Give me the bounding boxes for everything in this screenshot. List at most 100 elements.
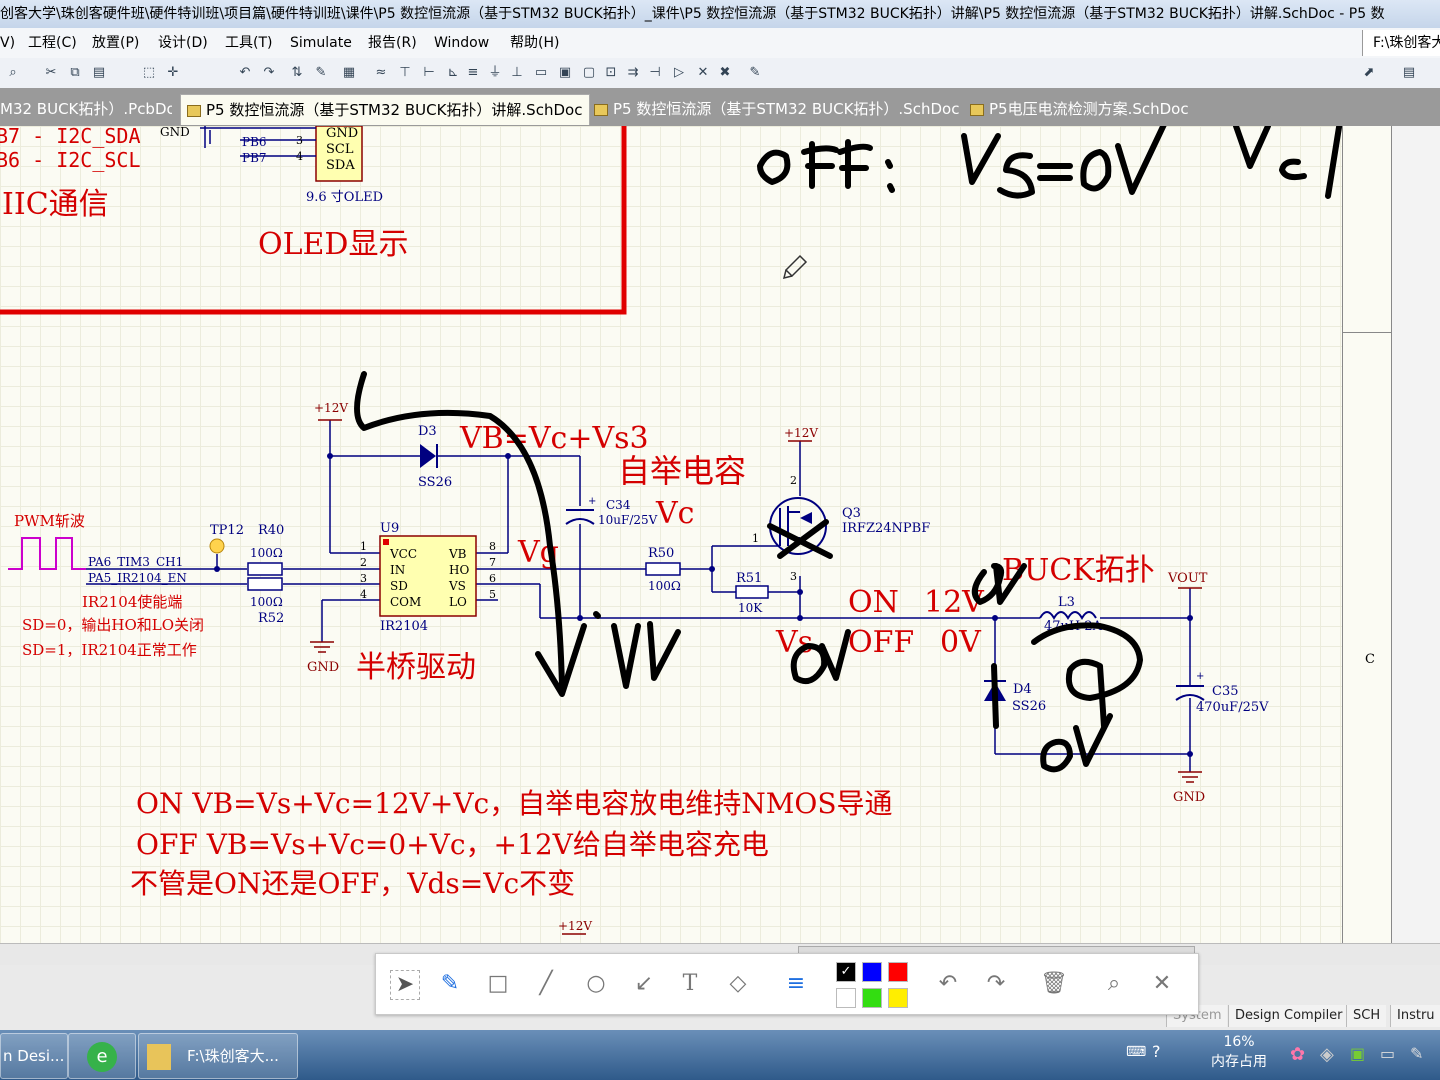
schematic-canvas[interactable]: GND GND SCL SDA PB6 PB7 3 4 9.6 寸OLED B7… — [0, 126, 1342, 943]
i2c-scl-label: B6 - I2C_SCL — [0, 148, 141, 172]
sheet-entry-icon[interactable]: ⊣ — [646, 64, 664, 82]
help-icon[interactable]: ? — [1152, 1042, 1161, 1061]
svg-text:+: + — [1196, 671, 1204, 682]
note-vc: Vc — [655, 496, 694, 531]
port-icon[interactable]: ▢ — [580, 64, 598, 82]
sheet-icon[interactable]: ▣ — [556, 64, 574, 82]
circle-tool-icon[interactable]: ○ — [582, 970, 610, 998]
close-icon[interactable]: ✕ — [1148, 970, 1176, 998]
trash-icon[interactable]: 🗑 — [1040, 970, 1068, 998]
wire-icon[interactable]: ≈ — [372, 64, 390, 82]
vcc-12v-3: +12V — [558, 919, 592, 935]
color-red-swatch[interactable] — [888, 962, 908, 982]
network-icon[interactable]: ◈ — [1320, 1044, 1334, 1065]
menu-project[interactable]: 工程(C) — [28, 28, 77, 58]
q3-part: IRFZ24NPBF — [842, 521, 930, 536]
pin-vb: VB — [448, 547, 467, 561]
harness-icon[interactable]: ⊡ — [602, 64, 620, 82]
text-tool-icon[interactable]: T — [676, 970, 704, 998]
vcc-12v-2: +12V — [784, 426, 818, 442]
menu-reports[interactable]: 报告(R) — [368, 28, 417, 58]
panel-tab-instruments[interactable]: Instru — [1390, 1005, 1440, 1027]
pencil-icon[interactable]: ✎ — [312, 64, 330, 82]
cut-icon[interactable]: ✂ — [42, 64, 60, 82]
undo-icon[interactable]: ↶ — [236, 64, 254, 82]
net-label-icon[interactable]: ⊾ — [444, 64, 462, 82]
tab-sch-main[interactable]: P5 数控恒流源（基于STM32 BUCK拓扑）.SchDoc — [590, 94, 962, 124]
move-icon[interactable]: ✛ — [164, 64, 182, 82]
taskbar-altium[interactable]: n Desi... — [0, 1033, 68, 1079]
netlabel-icon[interactable]: ≡ — [464, 64, 482, 82]
browse-icon[interactable]: ▦ — [340, 64, 358, 82]
resistor-r52: 100Ω R52 — [247, 577, 284, 626]
line-tool-icon[interactable]: ╱ — [532, 970, 560, 998]
bus-icon[interactable]: ⊤ — [396, 64, 414, 82]
path-box[interactable]: F:\珠创客大 — [1362, 30, 1440, 56]
tab-pcbdoc[interactable]: M32 BUCK拓扑）.PcbDoc — [0, 94, 172, 124]
gnd-symbol-2: GND — [1173, 771, 1205, 805]
directive-icon[interactable]: ▷ — [670, 64, 688, 82]
taskbar-browser[interactable]: e — [68, 1033, 136, 1079]
tray-tool-icon[interactable]: ✎ — [1410, 1044, 1423, 1063]
part-icon[interactable]: ▭ — [532, 64, 550, 82]
keyboard-icon[interactable]: ⌨ — [1126, 1044, 1146, 1060]
rectangle-tool-icon[interactable]: □ — [484, 970, 512, 998]
test-point-tp12: TP12 — [209, 523, 244, 554]
eraser-tool-icon[interactable]: ◇ — [724, 970, 752, 998]
memory-indicator[interactable]: 16% 内存占用 — [1205, 1032, 1273, 1072]
taskbar-explorer[interactable]: F:\珠创客大... — [138, 1033, 298, 1079]
bus-entry-icon[interactable]: ⊢ — [420, 64, 438, 82]
stroke-width-icon[interactable]: ≡ — [782, 970, 810, 998]
select-tool-icon[interactable]: ➤ — [390, 970, 420, 1000]
color-yellow-swatch[interactable] — [888, 988, 908, 1008]
flower-icon[interactable]: ✿ — [1290, 1044, 1305, 1065]
note-on: ON — [848, 585, 899, 620]
nvidia-icon[interactable]: ▣ — [1350, 1044, 1365, 1063]
menu-window[interactable]: Window — [434, 28, 489, 58]
pen-tool-icon[interactable]: ✎ — [436, 970, 464, 998]
color-green-swatch[interactable] — [862, 988, 882, 1008]
compile-mask-icon[interactable]: ✖ — [716, 64, 734, 82]
panel-tab-design-compiler[interactable]: Design Compiler — [1228, 1005, 1349, 1027]
undo-icon[interactable]: ↶ — [934, 970, 962, 998]
select-rect-icon[interactable]: ⬚ — [140, 64, 158, 82]
menu-simulate[interactable]: Simulate — [290, 28, 352, 58]
arrow-tool-icon[interactable]: ↙ — [630, 970, 658, 998]
gnd-icon[interactable]: ⏚ — [486, 64, 504, 82]
panel-tab-sch[interactable]: SCH — [1346, 1005, 1387, 1027]
no-erc-icon[interactable]: ✕ — [694, 64, 712, 82]
tab-sch-explain[interactable]: P5 数控恒流源（基于STM32 BUCK拓扑）讲解.SchDoc — [180, 94, 590, 125]
color-white-swatch[interactable] — [836, 988, 856, 1008]
docs-icon[interactable]: ▤ — [1400, 64, 1418, 82]
zoom-icon[interactable]: ⌕ — [4, 64, 22, 82]
color-blue-swatch[interactable] — [862, 962, 882, 982]
paste-icon[interactable]: ▤ — [90, 64, 108, 82]
taskbar-label: F:\珠创客大... — [187, 1047, 279, 1065]
annotation-toolbar: ➤ ✎ □ ╱ ○ ↙ T ◇ ≡ ✓ ↶ ↷ 🗑 ⌕ ✕ — [375, 953, 1199, 1015]
d4-ref: D4 — [1013, 682, 1032, 697]
u9-ref: U9 — [380, 521, 399, 536]
pin-num: 2 — [360, 556, 367, 569]
menu-view[interactable]: V) — [0, 28, 15, 58]
note-0v: 0V — [940, 625, 982, 660]
r51-value: 10K — [738, 601, 763, 615]
hierarchy-icon[interactable]: ⇅ — [288, 64, 306, 82]
color-black-swatch[interactable]: ✓ — [836, 962, 856, 982]
oled-pin-num: 3 — [296, 134, 303, 147]
monitor-icon[interactable]: ▭ — [1380, 1044, 1395, 1063]
menu-tools[interactable]: 工具(T) — [225, 28, 272, 58]
pin-com: COM — [390, 595, 421, 609]
pin-num: 3 — [790, 570, 797, 583]
zoom-tool-icon[interactable]: ⌕ — [1100, 970, 1128, 998]
redo-icon[interactable]: ↷ — [260, 64, 278, 82]
copy-icon[interactable]: ⧉ — [66, 64, 84, 82]
vcc-icon[interactable]: ⊥ — [508, 64, 526, 82]
menu-help[interactable]: 帮助(H) — [510, 28, 559, 58]
tab-sch-detect[interactable]: P5电压电流检测方案.SchDoc — [966, 94, 1210, 124]
chart-icon[interactable]: ⬈ — [1360, 64, 1378, 82]
highlight-icon[interactable]: ✎ — [746, 64, 764, 82]
redo-icon[interactable]: ↷ — [982, 970, 1010, 998]
menu-design[interactable]: 设计(D) — [158, 28, 208, 58]
menu-place[interactable]: 放置(P) — [92, 28, 139, 58]
entry-icon[interactable]: ⇉ — [624, 64, 642, 82]
